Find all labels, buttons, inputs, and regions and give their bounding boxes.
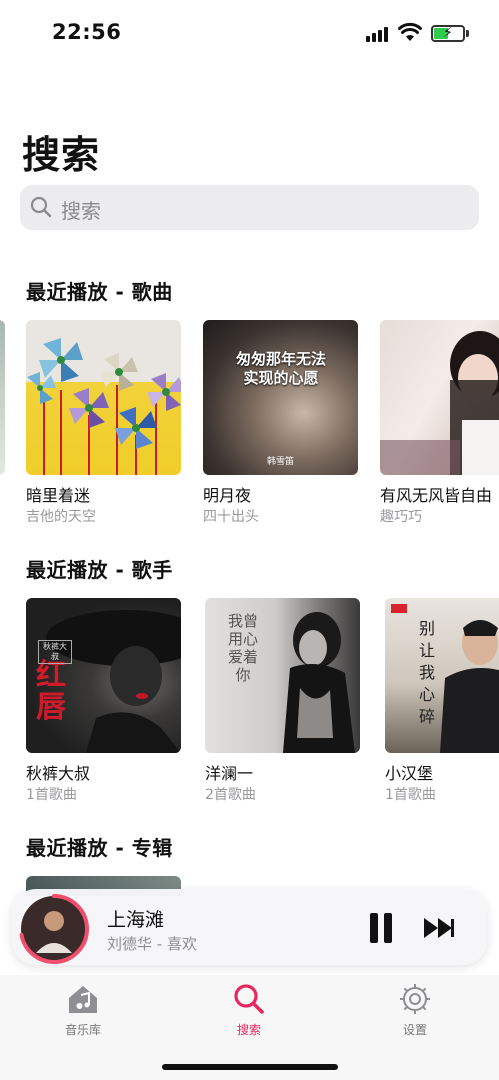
tab-label: 设置: [402, 1023, 427, 1037]
song-card[interactable]: 有风无风皆自由 趣巧巧: [380, 320, 499, 525]
song-art-caption: 韩雪笛: [266, 457, 294, 467]
section-title-recent-songs: 最近播放 - 歌曲: [26, 280, 173, 304]
artist-name: 洋澜一: [205, 764, 254, 783]
pause-icon: [370, 913, 378, 943]
song-artist: 趣巧巧: [380, 509, 422, 525]
song-card[interactable]: 匆匆那年无法实现的心愿 韩雪笛 明月夜 四十出头: [203, 320, 358, 525]
recent-artists-row: 红唇 秋裤大叔 秋裤大叔 1首歌曲 我曾用心爱着你 洋澜一 2首歌曲 别让我心碎…: [0, 597, 499, 812]
partial-song-art[interactable]: [0, 320, 5, 475]
page-title: 搜索: [22, 133, 101, 177]
artist-art-text-small: 秋裤大叔: [38, 640, 72, 664]
artist-name: 小汉堡: [385, 764, 434, 783]
cellular-signal-icon: [366, 26, 390, 42]
artist-song-count: 1首歌曲: [385, 787, 436, 803]
artist-art-text-big: 红唇: [36, 658, 66, 725]
artist-art-xiaohanbao: 别让我心碎: [385, 598, 499, 753]
tab-settings[interactable]: 设置: [375, 981, 455, 1041]
home-indicator: [162, 1064, 338, 1070]
search-icon: [30, 196, 52, 218]
artist-card[interactable]: 红唇 秋裤大叔 秋裤大叔 1首歌曲: [26, 598, 181, 803]
pinwheels-image: [27, 338, 181, 475]
section-title-recent-albums: 最近播放 - 专辑: [26, 836, 173, 860]
tab-search[interactable]: 搜索: [209, 981, 289, 1041]
artist-art-text: 我曾用心爱着你: [227, 612, 258, 684]
song-title: 暗里着迷: [26, 486, 91, 505]
song-card[interactable]: 暗里着迷 吉他的天空: [26, 320, 181, 525]
status-bar: 22:56 ⚡: [0, 0, 499, 66]
status-time: 22:56: [52, 20, 122, 44]
artist-art-text: 别让我心碎: [418, 619, 435, 726]
tab-label: 音乐库: [64, 1023, 101, 1037]
now-playing-title: 上海滩: [107, 909, 165, 931]
artist-art-yanglanyi: 我曾用心爱着你: [205, 598, 360, 753]
song-art-text: 匆匆那年无法实现的心愿: [235, 350, 326, 387]
song-art-girl: [380, 320, 499, 475]
tab-label: 搜索: [236, 1023, 261, 1037]
battery-icon: ⚡: [431, 25, 465, 42]
man-figure-image: [391, 604, 499, 753]
next-track-button[interactable]: [422, 915, 456, 941]
pause-button[interactable]: [370, 913, 394, 943]
search-icon: [234, 984, 264, 1014]
now-playing-artist: 刘德华 - 喜欢: [107, 935, 197, 953]
song-title: 有风无风皆自由: [380, 486, 493, 505]
artist-song-count: 2首歌曲: [205, 787, 256, 803]
search-input[interactable]: 搜索: [20, 185, 479, 230]
wifi-icon: [398, 22, 422, 41]
battery-cap: [466, 30, 469, 37]
artist-art-hongchun: 红唇 秋裤大叔: [26, 598, 181, 753]
song-artist: 四十出头: [203, 509, 259, 525]
song-art-pinwheels: [26, 320, 181, 475]
now-playing-artwork[interactable]: [18, 893, 90, 965]
song-title: 明月夜: [203, 486, 252, 505]
song-art-portrait: 匆匆那年无法实现的心愿 韩雪笛: [203, 320, 358, 475]
song-artist: 吉他的天空: [26, 509, 96, 525]
artist-card[interactable]: 我曾用心爱着你 洋澜一 2首歌曲: [205, 598, 360, 803]
tab-music-library[interactable]: 音乐库: [43, 981, 123, 1041]
section-title-recent-artists: 最近播放 - 歌手: [26, 558, 173, 582]
search-placeholder: 搜索: [61, 199, 101, 223]
artist-card[interactable]: 别让我心碎 小汉堡 1首歌曲: [385, 598, 499, 803]
girl-photo: [380, 331, 499, 475]
mini-player[interactable]: 上海滩 刘德华 - 喜欢: [12, 889, 487, 965]
artist-song-count: 1首歌曲: [26, 787, 77, 803]
settings-icon: [400, 984, 430, 1014]
artist-name: 秋裤大叔: [26, 764, 91, 783]
music-library-icon: [69, 986, 97, 1013]
recent-songs-row: 暗里着迷 吉他的天空 匆匆那年无法实现的心愿 韩雪笛 明月夜 四十出头 有风无风…: [0, 319, 499, 534]
